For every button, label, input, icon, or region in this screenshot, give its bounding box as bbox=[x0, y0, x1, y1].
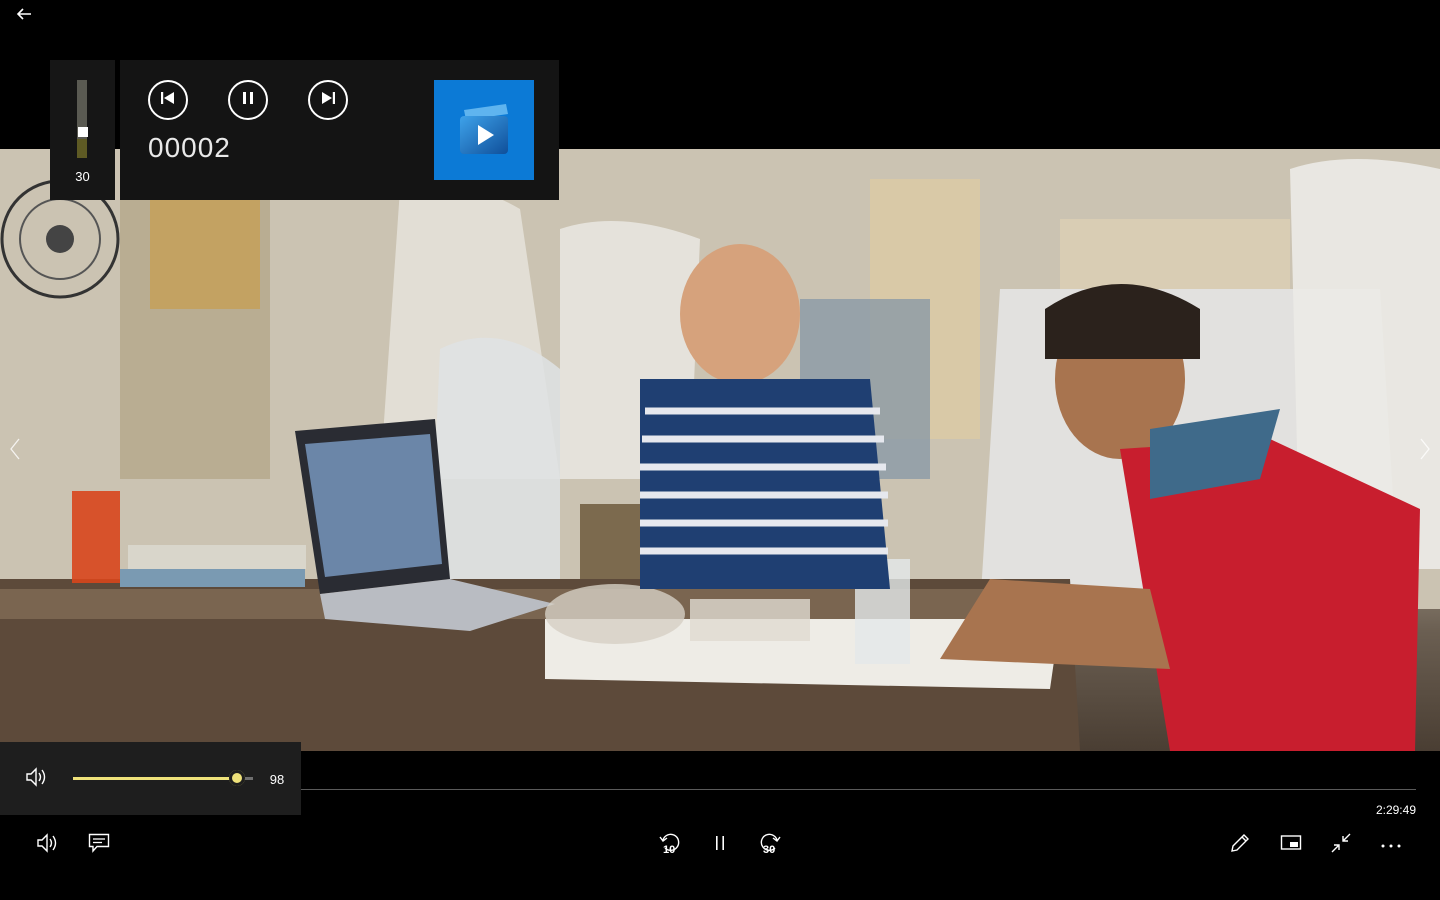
forward-seconds: 30 bbox=[763, 844, 776, 856]
back-arrow-icon bbox=[16, 7, 32, 26]
mini-volume-thumb[interactable] bbox=[78, 127, 88, 137]
mini-view-icon bbox=[1280, 834, 1302, 857]
subtitles-button[interactable] bbox=[83, 830, 115, 860]
play-pause-button[interactable] bbox=[704, 830, 736, 860]
video-scene-image bbox=[0, 149, 1440, 751]
total-duration: 2:29:49 bbox=[1375, 803, 1416, 817]
more-options-button[interactable] bbox=[1375, 830, 1407, 860]
back-button[interactable] bbox=[10, 4, 38, 28]
rewind-seconds: 10 bbox=[663, 844, 676, 856]
mini-player-title: 00002 bbox=[148, 132, 231, 163]
mini-volume-panel: 30 bbox=[50, 60, 115, 200]
volume-button[interactable] bbox=[32, 830, 64, 860]
pause-icon bbox=[714, 835, 726, 856]
app-tile[interactable] bbox=[434, 80, 534, 180]
chevron-right-icon bbox=[1419, 437, 1431, 466]
previous-item-button[interactable] bbox=[2, 436, 28, 466]
volume-icon bbox=[36, 832, 60, 858]
mini-pause-button[interactable] bbox=[228, 80, 268, 120]
next-track-button[interactable] bbox=[308, 80, 348, 120]
volume-slider-thumb[interactable] bbox=[229, 770, 245, 786]
films-tv-app-icon bbox=[454, 100, 514, 161]
previous-track-button[interactable] bbox=[148, 80, 188, 120]
seek-bar[interactable] bbox=[301, 789, 1416, 790]
pause-icon bbox=[242, 91, 254, 110]
rewind-10-button[interactable]: 10 bbox=[654, 830, 686, 860]
mute-toggle[interactable] bbox=[24, 766, 50, 792]
volume-slider-fill bbox=[73, 777, 237, 780]
edit-button[interactable] bbox=[1224, 830, 1256, 860]
edit-pen-icon bbox=[1229, 832, 1251, 859]
mini-view-button[interactable] bbox=[1275, 830, 1307, 860]
more-options-icon bbox=[1380, 836, 1402, 854]
mini-volume-value: 30 bbox=[75, 169, 90, 184]
subtitles-icon bbox=[88, 833, 110, 858]
exit-fullscreen-icon bbox=[1330, 832, 1352, 859]
chevron-left-icon bbox=[9, 437, 21, 466]
skip-previous-icon bbox=[160, 91, 176, 110]
mini-volume-fill bbox=[77, 139, 87, 158]
speaker-icon bbox=[25, 766, 49, 792]
forward-30-button[interactable]: 30 bbox=[754, 830, 786, 860]
exit-fullscreen-button[interactable] bbox=[1325, 830, 1357, 860]
next-item-button[interactable] bbox=[1412, 436, 1438, 466]
video-frame[interactable] bbox=[0, 149, 1440, 751]
volume-value: 98 bbox=[269, 772, 285, 787]
skip-next-icon bbox=[320, 91, 336, 110]
mini-player-panel: 00002 bbox=[120, 60, 559, 200]
